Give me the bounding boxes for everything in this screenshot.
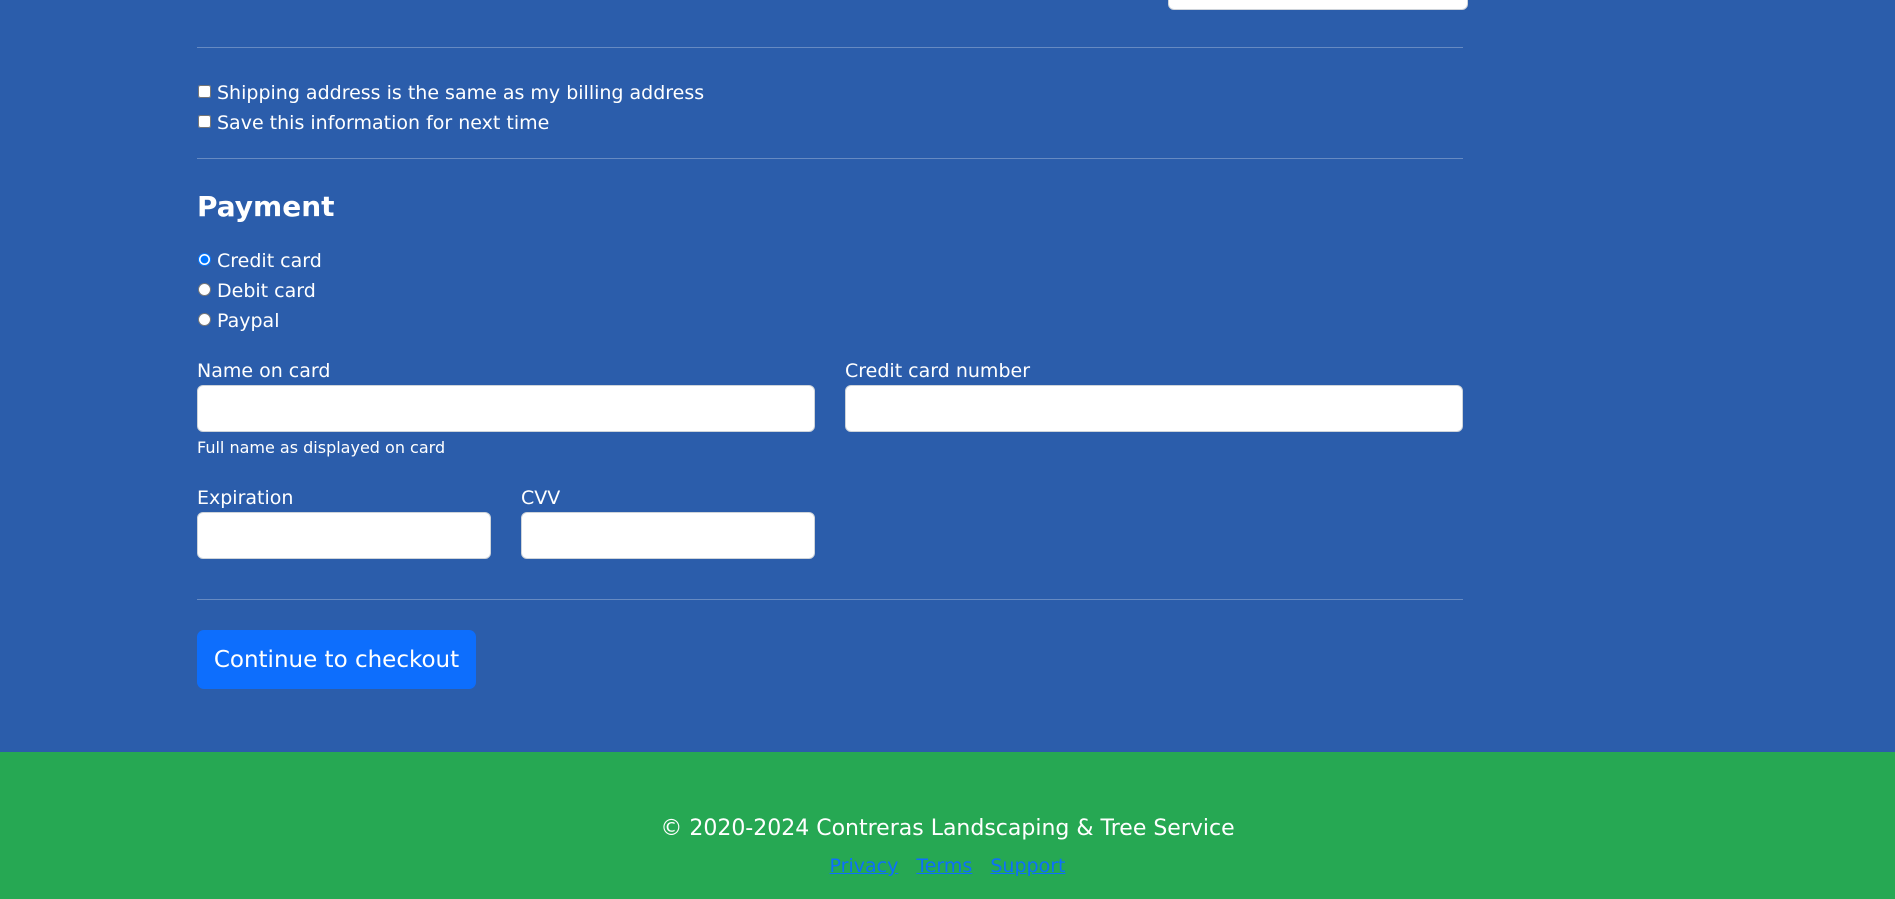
expiration-input[interactable] bbox=[197, 512, 491, 559]
name-on-card-label: Name on card bbox=[197, 360, 331, 382]
debit-card-radio[interactable] bbox=[198, 282, 211, 296]
credit-card-radio[interactable] bbox=[198, 252, 211, 266]
same-address-checkbox-row[interactable]: Shipping address is the same as my billi… bbox=[197, 81, 704, 105]
section-divider bbox=[197, 599, 1463, 600]
payment-heading: Payment bbox=[197, 190, 335, 223]
footer-link-support[interactable]: Support bbox=[990, 855, 1065, 877]
save-info-checkbox[interactable] bbox=[198, 114, 211, 128]
checkout-form-area: Shipping address is the same as my billi… bbox=[0, 0, 1895, 752]
save-info-checkbox-row[interactable]: Save this information for next time bbox=[197, 111, 549, 135]
footer-link-privacy[interactable]: Privacy bbox=[830, 855, 899, 877]
previous-field-input[interactable] bbox=[1168, 0, 1468, 10]
same-address-label: Shipping address is the same as my billi… bbox=[217, 82, 705, 104]
footer-copyright: © 2020-2024 Contreras Landscaping & Tree… bbox=[660, 816, 1235, 841]
credit-card-label: Credit card bbox=[217, 250, 322, 272]
paypal-radio[interactable] bbox=[198, 312, 211, 326]
cvv-label: CVV bbox=[521, 487, 561, 509]
section-divider bbox=[197, 158, 1463, 159]
footer-link-terms[interactable]: Terms bbox=[916, 855, 972, 877]
cvv-input[interactable] bbox=[521, 512, 815, 559]
continue-to-checkout-button[interactable]: Continue to checkout bbox=[197, 630, 476, 689]
name-on-card-input[interactable] bbox=[197, 385, 815, 432]
section-divider bbox=[197, 47, 1463, 48]
debit-card-label: Debit card bbox=[217, 280, 316, 302]
card-number-label: Credit card number bbox=[845, 360, 1030, 382]
payment-method-paypal[interactable]: Paypal bbox=[197, 309, 279, 333]
card-number-input[interactable] bbox=[845, 385, 1463, 432]
paypal-label: Paypal bbox=[217, 310, 280, 332]
payment-method-debit[interactable]: Debit card bbox=[197, 279, 316, 303]
footer-links: Privacy Terms Support bbox=[0, 854, 1895, 878]
payment-method-credit[interactable]: Credit card bbox=[197, 249, 322, 273]
save-info-label: Save this information for next time bbox=[217, 112, 550, 134]
expiration-label: Expiration bbox=[197, 487, 294, 509]
same-address-checkbox[interactable] bbox=[198, 84, 211, 98]
name-on-card-help: Full name as displayed on card bbox=[197, 438, 446, 457]
